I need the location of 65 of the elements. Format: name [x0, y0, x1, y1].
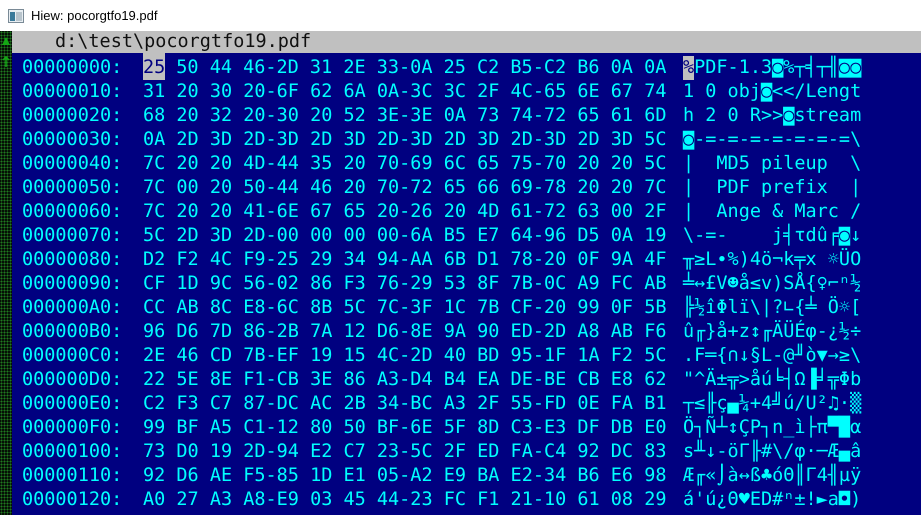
- window-title: Hiew: pocorgtfo19.pdf: [31, 6, 158, 25]
- hex-bytes: 73 D0 19 2D-94 E2 C7 23-5C 2F ED FA-C4 92 DC 83: [143, 440, 666, 464]
- hex-bytes: 0A 2D 3D 2D-3D 2D 3D 2D-3D 2D 3D 2D-3D 2D 3D 5C: [143, 128, 666, 152]
- offset-label: 000000A0:: [22, 296, 124, 320]
- hex-bytes: 68 20 32 20-30 20 52 3E-3E 0A 73 74-72 65 61 6D: [143, 104, 666, 128]
- hex-bytes: 7C 20 20 41-6E 67 65 20-26 20 4D 61-72 63 00 2F: [143, 200, 666, 224]
- hex-bytes: 31 20 30 20-6F 62 6A 0A-3C 3C 2F 4C-65 6E 67 74: [143, 80, 666, 104]
- offset-label: 00000000:: [22, 56, 124, 80]
- hex-bytes: 96 D6 7D 86-2B 7A 12 D6-8E 9A 90 ED-2D A8 AB F6: [143, 320, 666, 344]
- ascii-text: | Ange & Marc /: [683, 200, 862, 224]
- ascii-text: h 2 0 R>>◙stream: [683, 104, 862, 128]
- hex-bytes: 7C 20 20 4D-44 35 20 70-69 6C 65 75-70 20 20 5C: [143, 152, 666, 176]
- ascii-text: ┬≤╟ç▄¼+4╝ú/U²♫·▒: [683, 392, 862, 416]
- ascii-text: \-=- j╡τdû╒◙↓: [683, 224, 862, 248]
- hex-bytes: 2E 46 CD 7B-EF 19 15 4C-2D 40 BD 95-1F 1A F2 5C: [143, 344, 666, 368]
- offset-label: 000000C0:: [22, 344, 124, 368]
- hex-bytes: 50 44 46-2D 31 2E 33-0A 25 C2 B5-C2 B6 0A 0A: [176, 56, 666, 80]
- hex-bytes: D2 F2 4C F9-25 29 34 94-AA 6B D1 78-20 0F 9A 4F: [143, 248, 666, 272]
- hex-bytes: CC AB 8C E8-6C 8B 5C 7C-3F 1C 7B CF-20 99 0F 5B: [143, 296, 666, 320]
- ascii-text: á'ú¿Θ♥ED#ⁿ±!►a◘): [683, 488, 862, 512]
- ascii-text: ╥≥L∙%)4ö¬k╤x ☼ÜO: [683, 248, 862, 272]
- ascii-text: s╨↓-öΓ╟#\/φ·─Æ▄â: [683, 440, 862, 464]
- cursor-byte[interactable]: 25: [143, 56, 166, 80]
- offset-label: 00000110:: [22, 464, 124, 488]
- cursor-char[interactable]: %: [683, 56, 694, 80]
- hex-bytes: A0 27 A3 A8-E9 03 45 44-23 FC F1 21-10 61 08 29: [143, 488, 666, 512]
- offset-label: 000000B0:: [22, 320, 124, 344]
- up-arrow-icon[interactable]: [2, 56, 10, 68]
- offset-label: 000000F0:: [22, 416, 124, 440]
- hex-bytes: 22 5E 8E F1-CB 3E 86 A3-D4 B4 EA DE-BE CB E8 62: [143, 368, 666, 392]
- ascii-text: "^Ä±╦>åú╘┤Ω▐╛╦Φb: [683, 368, 862, 392]
- hex-bytes: C2 F3 C7 87-DC AC 2B 34-BC A3 2F 55-FD 0E FA B1: [143, 392, 666, 416]
- offset-label: 00000030:: [22, 128, 124, 152]
- ascii-text: | MD5 pileup \: [683, 152, 862, 176]
- ascii-text: | PDF prefix |: [683, 176, 862, 200]
- scroll-bar[interactable]: [0, 31, 12, 515]
- ascii-text: 1 0 obj◙<</Lengt: [683, 80, 862, 104]
- ascii-text: ◙-=-=-=-=-=-=-=\: [683, 128, 862, 152]
- offset-label: 00000020:: [22, 104, 124, 128]
- ascii-text: .F═{∩↓§L-@╜ò▼→≥\: [683, 344, 862, 368]
- ascii-text: û╓}å+z↕╓ÄÜÉφ-¿½÷: [683, 320, 862, 344]
- hex-bytes: 5C 2D 3D 2D-00 00 00 00-6A B5 E7 64-96 D5 0A 19: [143, 224, 666, 248]
- offset-label: 000000D0:: [22, 368, 124, 392]
- offset-label: 00000050:: [22, 176, 124, 200]
- ascii-text: PDF-1.3◙%┬╡┬╢◙◙: [694, 56, 862, 80]
- offset-label: 00000070:: [22, 224, 124, 248]
- window-icon: [8, 8, 24, 22]
- offset-label: 00000040:: [22, 152, 124, 176]
- ascii-text: Ö┐Ñ┴↕ÇP┐n_ì├π▀█α: [683, 416, 862, 440]
- offset-label: 00000080:: [22, 248, 124, 272]
- offset-label: 00000120:: [22, 488, 124, 512]
- hex-bytes: 7C 00 20 50-44 46 20 70-72 65 66 69-78 20 20 7C: [143, 176, 666, 200]
- offset-label: 00000090:: [22, 272, 124, 296]
- offset-label: 00000010:: [22, 80, 124, 104]
- offset-label: 00000100:: [22, 440, 124, 464]
- ascii-text: Æ╓«⌡à↔ß♣óΘ║Γ4╢µÿ: [683, 464, 862, 488]
- ascii-text: ╧↔£V☻å≤v)SÅ{♀⌐ⁿ½: [683, 272, 862, 296]
- offset-label: 00000060:: [22, 200, 124, 224]
- ascii-text: ╠½îΦlï\|?∟{╧ Ö☼[: [683, 296, 862, 320]
- hex-bytes: CF 1D 9C 56-02 86 F3 76-29 53 8F 7B-0C A9 FC AB: [143, 272, 666, 296]
- up-arrow-icon[interactable]: [1, 36, 11, 46]
- file-path: d:\test\pocorgtfo19.pdf: [55, 31, 312, 53]
- hex-bytes: 92 D6 AE F5-85 1D E1 05-A2 E9 BA E2-34 B6 E6 98: [143, 464, 666, 488]
- offset-label: 000000E0:: [22, 392, 124, 416]
- hex-bytes: 99 BF A5 C1-12 80 50 BF-6E 5F 8D C3-E3 DF DB E0: [143, 416, 666, 440]
